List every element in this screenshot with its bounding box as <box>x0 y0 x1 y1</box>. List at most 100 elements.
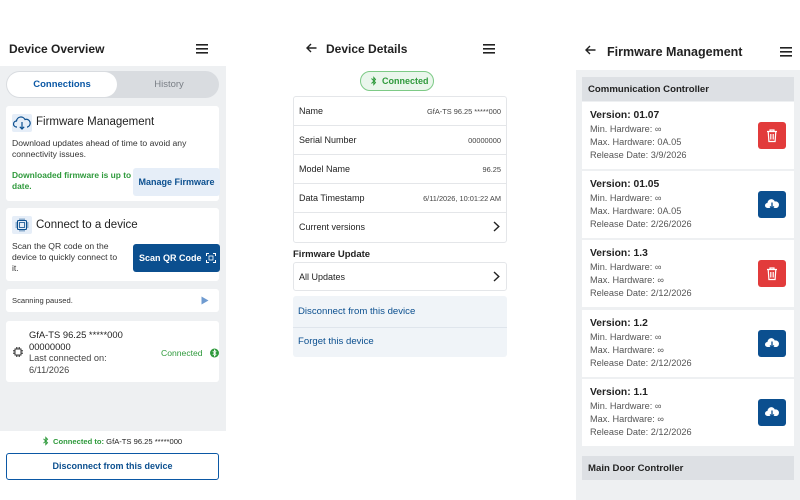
firmware-version-card: Version: 01.05 Min. Hardware: ∞ Max. Har… <box>582 171 794 238</box>
cloud-download-icon <box>765 199 780 210</box>
download-button[interactable] <box>758 330 786 357</box>
version-label: Version: 1.1 <box>590 387 648 398</box>
divider <box>293 327 507 328</box>
tab-connections[interactable]: Connections <box>7 72 117 97</box>
row-label: Current versions <box>299 222 366 232</box>
button-label: Scan QR Code <box>139 253 202 263</box>
max-hardware: Max. Hardware: 0A.05 <box>590 206 682 216</box>
release-date: Release Date: 2/26/2026 <box>590 219 692 229</box>
download-button[interactable] <box>758 191 786 218</box>
connection-footer: Connected to: GfA-TS 96.25 *****000 Disc… <box>0 431 226 500</box>
chip-icon <box>12 346 24 358</box>
firmware-version-card: Version: 1.3 Min. Hardware: ∞ Max. Hardw… <box>582 240 794 307</box>
info-row-name: Name GfA-TS 96.25 *****000 <box>294 97 506 126</box>
max-hardware: Max. Hardware: ∞ <box>590 414 664 424</box>
device-name: GfA-TS 96.25 *****000 <box>29 329 123 340</box>
max-hardware: Max. Hardware: ∞ <box>590 345 664 355</box>
play-icon[interactable] <box>201 296 209 305</box>
section-heading: Firmware Update <box>293 249 371 260</box>
connection-status-pill: Connected <box>360 71 434 91</box>
scan-qr-code-button[interactable]: Scan QR Code <box>133 244 220 272</box>
top-app-bar <box>576 0 800 70</box>
connected-to-text: Connected to: GfA-TS 96.25 *****000 <box>53 437 182 446</box>
back-arrow-icon[interactable] <box>306 43 317 53</box>
release-date: Release Date: 2/12/2026 <box>590 288 692 298</box>
page-title: Device Details <box>326 42 408 56</box>
hamburger-menu-icon[interactable] <box>483 44 495 54</box>
row-label: All Updates <box>299 272 346 282</box>
group-title: Main Door Controller <box>588 463 684 474</box>
all-updates-row[interactable]: All Updates <box>293 262 507 291</box>
version-label: Version: 01.05 <box>590 179 660 190</box>
scanning-status-bar: Scanning paused. <box>6 289 219 312</box>
row-label: Model Name <box>299 164 351 174</box>
card-title: Connect to a device <box>36 219 138 231</box>
info-row-timestamp: Data Timestamp 6/11/2026, 10:01:22 AM <box>294 184 506 213</box>
tab-history[interactable]: History <box>119 71 219 98</box>
firmware-version-card: Version: 1.1 Min. Hardware: ∞ Max. Hardw… <box>582 379 794 446</box>
info-row-model: Model Name 96.25 <box>294 155 506 184</box>
group-title: Communication Controller <box>588 84 709 95</box>
device-serial: 00000000 <box>29 341 71 352</box>
trash-icon <box>767 267 777 281</box>
delete-button[interactable] <box>758 122 786 149</box>
row-value: 00000000 <box>468 136 501 145</box>
version-label: Version: 1.3 <box>590 248 648 259</box>
firmware-version-card: Version: 01.07 Min. Hardware: ∞ Max. Har… <box>582 102 794 169</box>
connect-device-card: Connect to a device Scan the QR code on … <box>6 208 220 281</box>
chip-icon <box>12 216 32 234</box>
top-app-bar: Device Overview <box>0 0 226 66</box>
row-label: Data Timestamp <box>299 193 365 203</box>
bluetooth-icon <box>42 436 50 446</box>
device-list-item[interactable]: GfA-TS 96.25 *****000 00000000 Last conn… <box>6 321 219 382</box>
download-button[interactable] <box>758 399 786 426</box>
device-overview-screen: Device Overview Connections History Firm… <box>0 0 226 500</box>
info-row-serial: Serial Number 00000000 <box>294 126 506 155</box>
chevron-right-icon <box>493 221 500 232</box>
card-description: Scan the QR code on the device to quickl… <box>12 241 118 273</box>
min-hardware: Min. Hardware: ∞ <box>590 124 662 134</box>
max-hardware: Max. Hardware: 0A.05 <box>590 137 682 147</box>
page-title: Firmware Management <box>607 45 743 59</box>
device-actions: Disconnect from this device Forget this … <box>293 296 507 357</box>
cloud-download-icon <box>12 114 32 132</box>
connection-status: Connected <box>161 348 203 358</box>
segmented-tabs: Connections History <box>6 71 219 98</box>
page-title: Device Overview <box>9 42 105 56</box>
hamburger-menu-icon[interactable] <box>780 47 792 57</box>
firmware-status-text: Downloaded firmware is up to date. <box>12 170 132 191</box>
bluetooth-icon <box>210 347 219 359</box>
min-hardware: Min. Hardware: ∞ <box>590 262 662 272</box>
qr-scan-icon <box>206 253 216 263</box>
firmware-version-card: Version: 1.2 Min. Hardware: ∞ Max. Hardw… <box>582 310 794 377</box>
connected-label: Connected to: <box>53 437 105 446</box>
status-pill-label: Connected <box>382 76 429 86</box>
max-hardware: Max. Hardware: ∞ <box>590 275 664 285</box>
cloud-download-icon <box>765 338 780 349</box>
hamburger-menu-icon[interactable] <box>196 44 208 54</box>
disconnect-link[interactable]: Disconnect from this device <box>298 306 415 317</box>
delete-button[interactable] <box>758 260 786 287</box>
row-value: GfA-TS 96.25 *****000 <box>427 107 501 116</box>
device-info-list: Name GfA-TS 96.25 *****000 Serial Number… <box>293 96 507 243</box>
back-arrow-icon[interactable] <box>585 45 596 55</box>
min-hardware: Min. Hardware: ∞ <box>590 401 662 411</box>
min-hardware: Min. Hardware: ∞ <box>590 193 662 203</box>
min-hardware: Min. Hardware: ∞ <box>590 332 662 342</box>
chevron-right-icon <box>493 271 500 282</box>
row-value: 6/11/2026, 10:01:22 AM <box>423 194 501 203</box>
device-details-screen: Device Details Connected Name GfA-TS 96.… <box>288 0 507 500</box>
current-versions-row[interactable]: Current versions <box>294 213 506 242</box>
last-connected: Last connected on: 6/11/2026 <box>29 353 107 375</box>
firmware-management-screen: Firmware Management Communication Contro… <box>576 0 800 500</box>
disconnect-button[interactable]: Disconnect from this device <box>6 453 219 480</box>
card-description: Download updates ahead of time to avoid … <box>12 138 187 159</box>
release-date: Release Date: 3/9/2026 <box>590 150 687 160</box>
firmware-management-card: Firmware Management Download updates ahe… <box>6 106 220 201</box>
release-date: Release Date: 2/12/2026 <box>590 427 692 437</box>
row-label: Serial Number <box>299 135 357 145</box>
bluetooth-icon <box>370 75 378 87</box>
forget-device-link[interactable]: Forget this device <box>298 336 374 347</box>
group-header: Main Door Controller <box>582 456 794 480</box>
manage-firmware-button[interactable]: Manage Firmware <box>133 168 220 196</box>
